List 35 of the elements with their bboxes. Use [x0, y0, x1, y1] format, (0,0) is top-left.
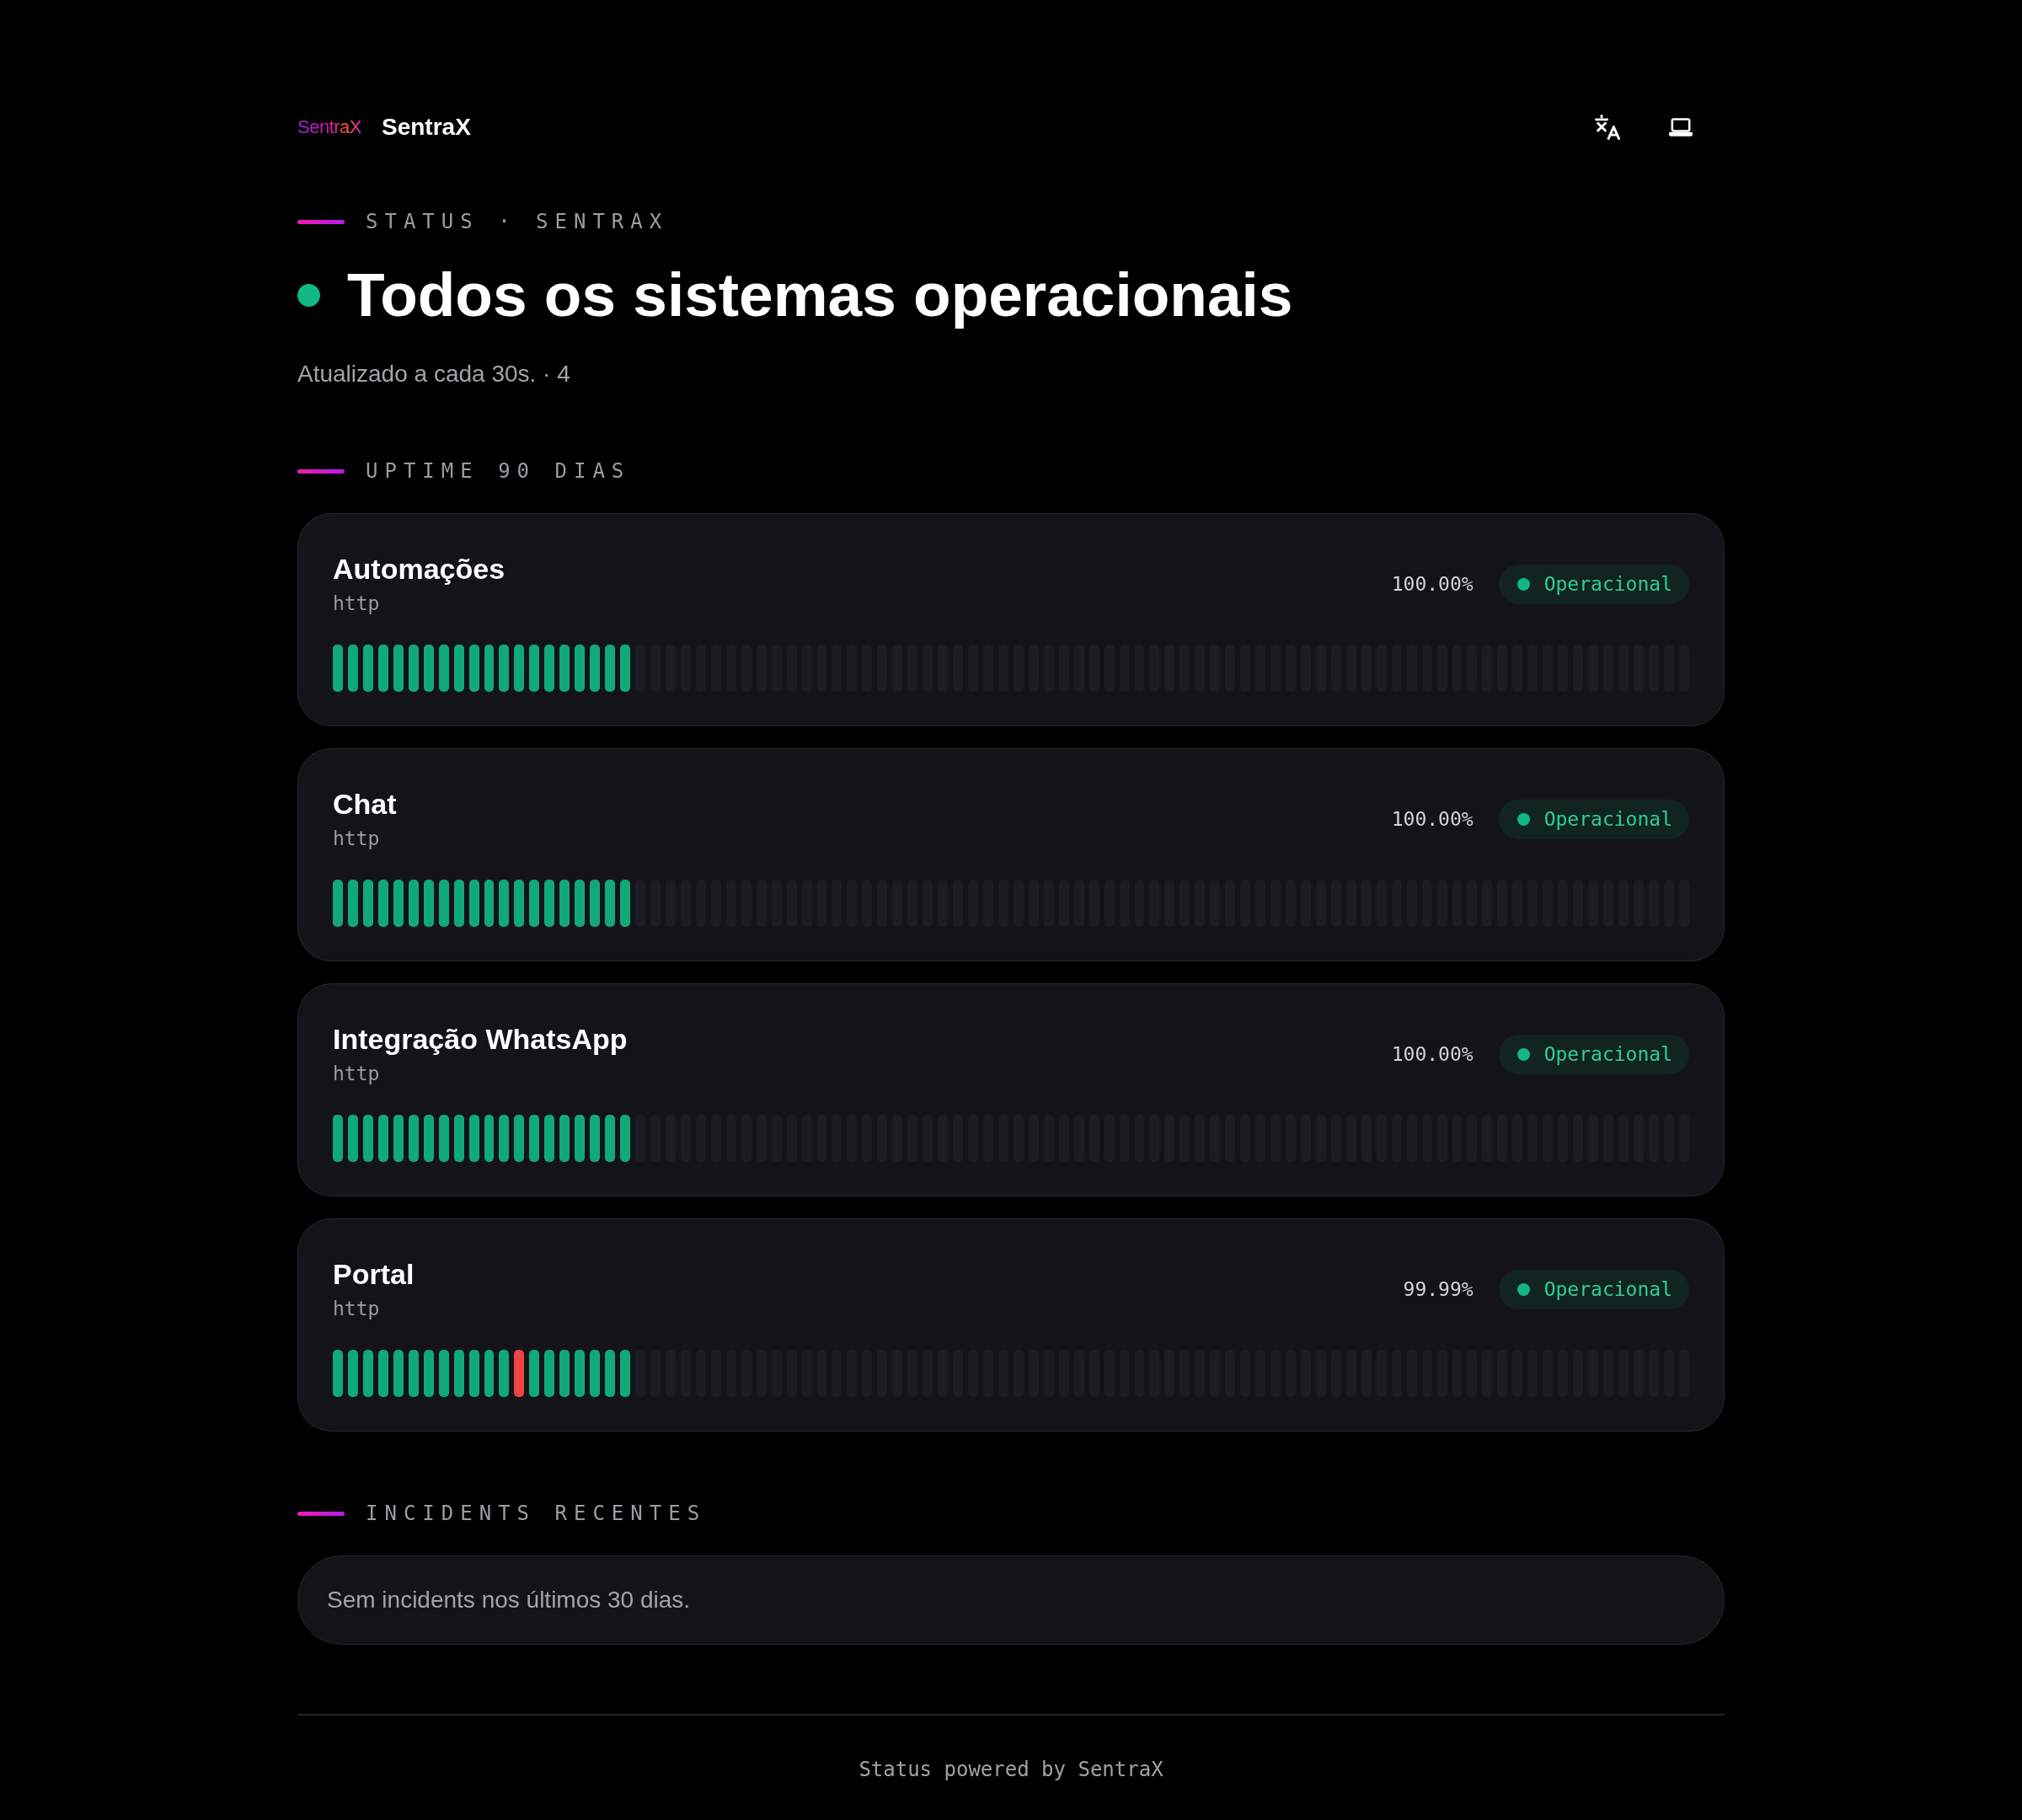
- laptop-icon: [1669, 118, 1693, 136]
- footer-text: Status powered by SentraX: [859, 1758, 1163, 1781]
- service-type: http: [333, 1062, 380, 1086]
- service-type: http: [333, 1297, 380, 1321]
- uptime-percentage: 100.00%: [1391, 806, 1474, 832]
- status-dot-icon: [1516, 1282, 1530, 1296]
- section-label: UPTIME 90 DIAS: [366, 458, 631, 484]
- section-label: STATUS · SENTRAX: [366, 209, 669, 234]
- page-title: Todos os sistemas operacionais: [347, 260, 1293, 330]
- status-label: Operacional: [1543, 1044, 1672, 1064]
- brand-name: SentraX: [382, 113, 471, 142]
- language-button[interactable]: [1595, 115, 1620, 140]
- accent-line: [297, 1511, 345, 1516]
- status-label: Operacional: [1543, 809, 1672, 829]
- status-label: Operacional: [1543, 574, 1672, 594]
- empty-message: Sem incidents nos últimos 30 dias.: [327, 1586, 691, 1614]
- status-dot-icon: [1516, 812, 1530, 826]
- uptime-percentage: 100.00%: [1391, 1041, 1474, 1067]
- accent-line: [297, 468, 345, 474]
- service-name: Portal: [333, 1257, 415, 1291]
- status-label: Operacional: [1543, 1279, 1672, 1299]
- display-mode-button[interactable]: [1669, 118, 1693, 136]
- section-label: INCIDENTS RECENTES: [366, 1501, 707, 1526]
- service-type: http: [333, 592, 380, 616]
- accent-line: [297, 219, 345, 224]
- service-name: Integração WhatsApp: [333, 1022, 628, 1056]
- uptime-percentage: 100.00%: [1391, 571, 1474, 597]
- uptime-percentage: 99.99%: [1403, 1277, 1474, 1302]
- status-dot-icon: [1516, 577, 1530, 591]
- translate-icon: [1595, 115, 1620, 140]
- service-name: Chat: [333, 787, 397, 821]
- service-type: http: [333, 827, 380, 851]
- update-note: Atualizado a cada 30s. · 4: [297, 360, 570, 388]
- status-dot-icon: [1516, 1047, 1530, 1061]
- service-name: Automações: [333, 552, 506, 586]
